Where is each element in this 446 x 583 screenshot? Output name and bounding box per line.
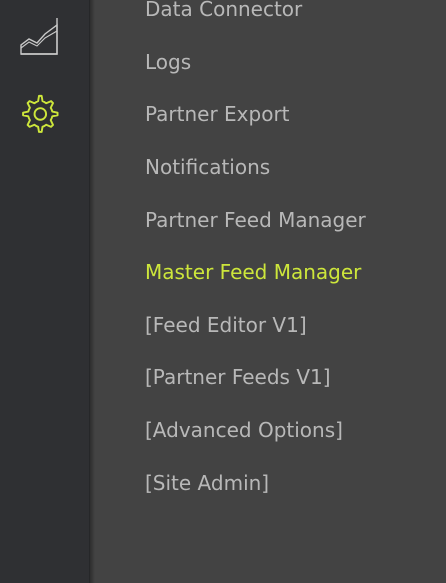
menu-item-data-connector[interactable]: Data Connector (145, 0, 302, 24)
menu-item-partner-feed-manager[interactable]: Partner Feed Manager (145, 205, 366, 235)
menu-item-partner-export[interactable]: Partner Export (145, 99, 290, 129)
sidebar-divider-shadow (90, 0, 95, 583)
gear-icon (22, 94, 59, 133)
menu-item-logs[interactable]: Logs (145, 47, 191, 77)
app-window: Data Connector Logs Partner Export Notif… (0, 0, 446, 583)
menu-item-master-feed-manager[interactable]: Master Feed Manager (145, 257, 361, 287)
rail-item-analytics[interactable] (17, 14, 61, 58)
menu-item-partner-feeds-v1[interactable]: [Partner Feeds V1] (145, 362, 331, 392)
menu-item-notifications[interactable]: Notifications (145, 152, 270, 182)
menu-item-site-admin[interactable]: [Site Admin] (145, 468, 269, 498)
menu-item-advanced-options[interactable]: [Advanced Options] (145, 415, 343, 445)
icon-sidebar (0, 0, 90, 583)
menu-item-feed-editor-v1[interactable]: [Feed Editor V1] (145, 310, 307, 340)
area-chart-icon (20, 18, 58, 55)
rail-item-settings[interactable] (17, 91, 61, 135)
